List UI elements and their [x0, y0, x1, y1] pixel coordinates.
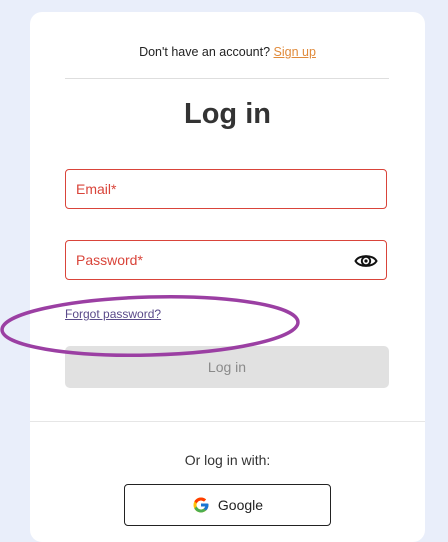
eye-icon[interactable]: [354, 250, 378, 272]
page-title: Log in: [184, 98, 271, 130]
section-divider: [30, 421, 425, 422]
signup-link[interactable]: Sign up: [274, 45, 316, 59]
header-divider: [65, 78, 389, 79]
email-field[interactable]: Email*: [65, 169, 387, 209]
password-label: Password*: [76, 252, 143, 268]
forgot-password-link[interactable]: Forgot password?: [65, 307, 161, 321]
email-label: Email*: [76, 181, 117, 197]
social-login-heading: Or log in with:: [184, 452, 271, 468]
google-icon: [193, 497, 209, 513]
login-button[interactable]: Log in: [65, 346, 389, 388]
google-button-label: Google: [217, 497, 264, 513]
login-card: Don't have an account? Sign up Log in Em…: [0, 12, 425, 542]
signup-prompt-text: Don't have an account?: [139, 45, 271, 59]
password-field[interactable]: Password*: [65, 240, 387, 280]
google-login-button[interactable]: Google: [124, 484, 331, 526]
signup-prompt-line: Don't have an account? Sign up: [30, 45, 425, 59]
